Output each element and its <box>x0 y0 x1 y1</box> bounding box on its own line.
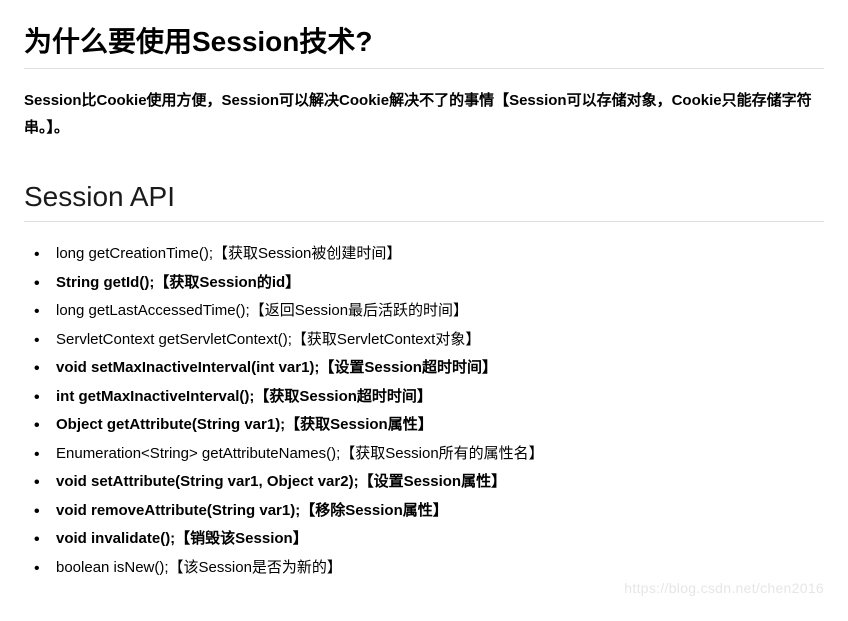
api-list-item: long getCreationTime();【获取Session被创建时间】 <box>52 240 824 269</box>
intro-paragraph: Session比Cookie使用方便，Session可以解决Cookie解决不了… <box>24 87 824 141</box>
api-list-item: Object getAttribute(String var1);【获取Sess… <box>52 411 824 440</box>
page-title: 为什么要使用Session技术? <box>24 20 824 60</box>
section-title: Session API <box>24 181 824 213</box>
divider-top <box>24 68 824 69</box>
api-list-item: void invalidate();【销毁该Session】 <box>52 525 824 554</box>
divider-section <box>24 221 824 222</box>
api-list-item: String getId();【获取Session的id】 <box>52 269 824 298</box>
api-list-item: boolean isNew();【该Session是否为新的】 <box>52 554 824 583</box>
api-list-item: long getLastAccessedTime();【返回Session最后活… <box>52 297 824 326</box>
api-list-item: Enumeration<String> getAttributeNames();… <box>52 440 824 469</box>
api-list-item: void setMaxInactiveInterval(int var1);【设… <box>52 354 824 383</box>
api-list: long getCreationTime();【获取Session被创建时间】S… <box>24 240 824 582</box>
api-list-item: void removeAttribute(String var1);【移除Ses… <box>52 497 824 526</box>
watermark: https://blog.csdn.net/chen2016 <box>624 580 824 596</box>
api-list-item: int getMaxInactiveInterval();【获取Session超… <box>52 383 824 412</box>
api-list-item: void setAttribute(String var1, Object va… <box>52 468 824 497</box>
api-list-item: ServletContext getServletContext();【获取Se… <box>52 326 824 355</box>
